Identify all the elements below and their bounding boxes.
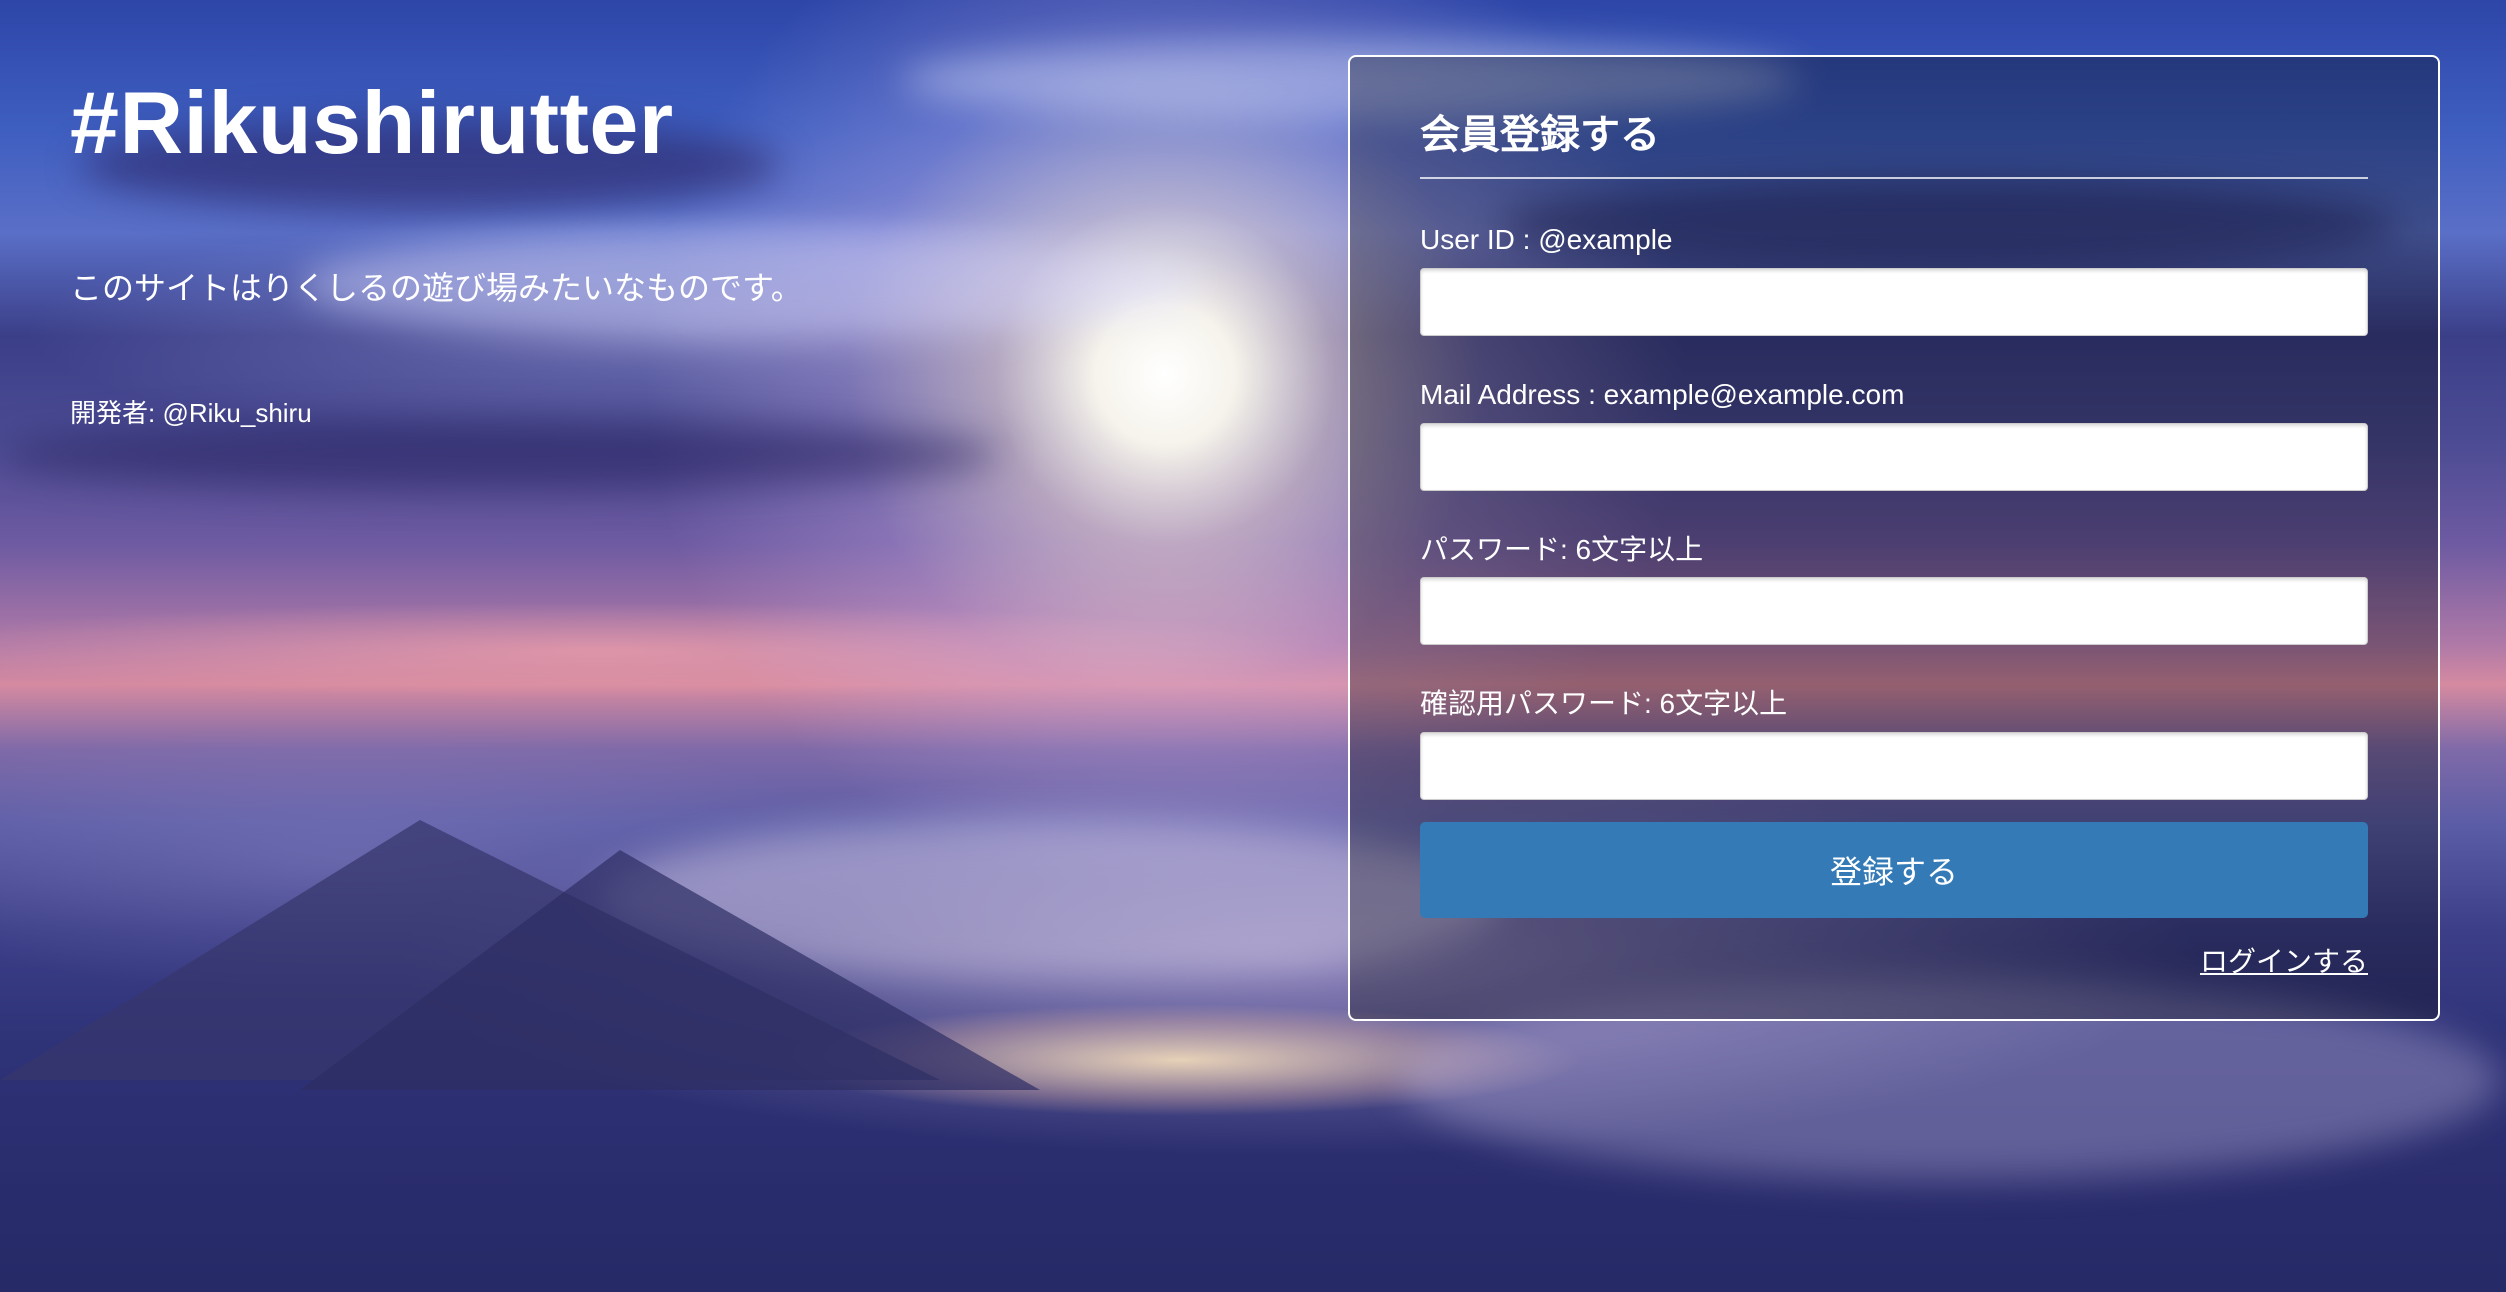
background-mountain bbox=[300, 850, 1040, 1090]
site-tagline: このサイトはりくしるの遊び場みたいなものです。 bbox=[70, 269, 803, 306]
password-label: パスワード: 6文字以上 bbox=[1420, 533, 1704, 565]
page-background: #Rikushirutter このサイトはりくしるの遊び場みたいなものです。 開… bbox=[0, 0, 2506, 1292]
login-link[interactable]: ログインする bbox=[1420, 940, 2368, 980]
email-label: Mail Address : example@example.com bbox=[1420, 378, 1905, 410]
background-mountain bbox=[0, 820, 940, 1080]
signup-heading: 会員登録する bbox=[1420, 111, 2368, 179]
register-button[interactable]: 登録する bbox=[1420, 822, 2368, 919]
confirm-password-input[interactable] bbox=[1420, 732, 2368, 801]
user-id-label: User ID : @example bbox=[1420, 224, 1673, 255]
email-input[interactable] bbox=[1420, 422, 2368, 491]
confirm-password-label: 確認用パスワード: 6文字以上 bbox=[1420, 688, 1788, 720]
signup-form: 会員登録する User ID : @example Mail Address :… bbox=[1348, 55, 2440, 1021]
site-title: #Rikushirutter bbox=[70, 73, 674, 172]
hero-section: #Rikushirutter このサイトはりくしるの遊び場みたいなものです。 開… bbox=[70, 70, 803, 430]
developer-credit: 開発者: @Riku_shiru bbox=[70, 398, 312, 429]
background-cloud bbox=[0, 420, 1000, 490]
password-input[interactable] bbox=[1420, 577, 2368, 646]
user-id-input[interactable] bbox=[1420, 267, 2368, 336]
